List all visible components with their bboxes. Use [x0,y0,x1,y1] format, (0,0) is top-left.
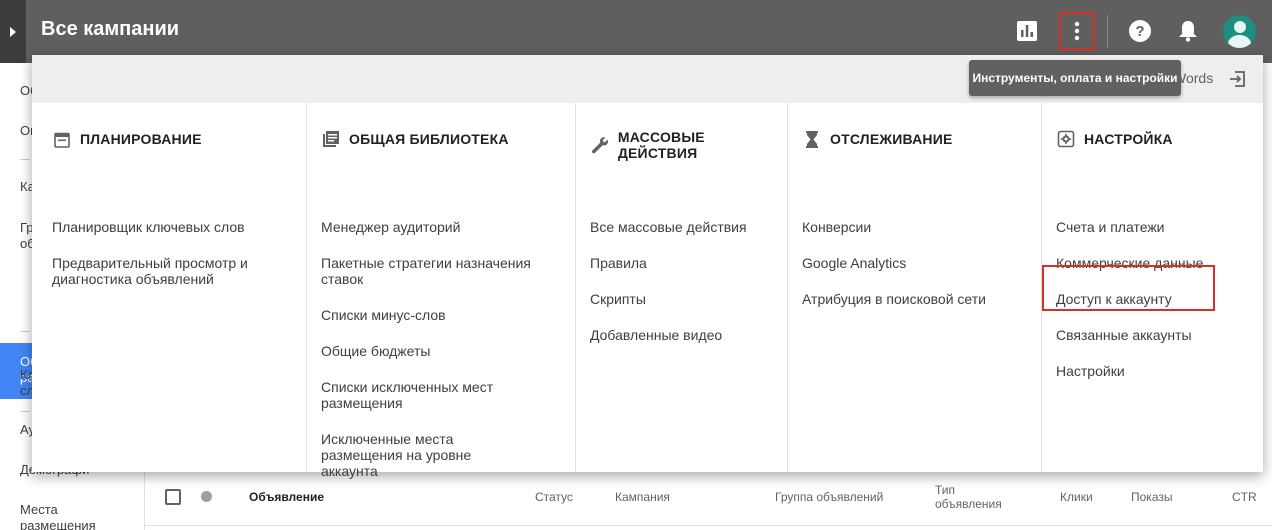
menu-column-bulk-actions: МАССОВЫЕ ДЕЙСТВИЯ Все массовые действия … [576,103,788,472]
menu-link-keyword-planner[interactable]: Планировщик ключевых слов [52,219,245,235]
section-title: НАСТРОЙКА [1084,131,1173,147]
menu-link-preferences[interactable]: Настройки [1056,363,1125,379]
column-header-ctr[interactable]: CTR [1232,490,1257,504]
menu-link-linked-accounts[interactable]: Связанные аккаунты [1056,327,1192,343]
menu-link-rules[interactable]: Правила [590,255,647,271]
calendar-icon [52,129,72,149]
section-title: ОБЩАЯ БИБЛИОТЕКА [349,131,509,147]
select-all-checkbox[interactable] [165,489,181,505]
column-header-ad-type[interactable]: Тип объявления [935,483,1002,511]
menu-link-portfolio-bid-strategies[interactable]: Пакетные стратегии назначения ставок [321,255,551,287]
menu-column-shared-library: ОБЩАЯ БИБЛИОТЕКА Менеджер аудиторий Паке… [307,103,576,479]
tools-tooltip: Инструменты, оплата и настройки [969,60,1181,96]
menu-link-billing[interactable]: Счета и платежи [1056,219,1165,235]
wrench-icon [590,135,610,155]
menu-link-search-attribution[interactable]: Атрибуция в поисковой сети [802,291,986,307]
nav-item[interactable]: Места размещения [20,502,140,530]
menu-link-placement-exclusion-lists[interactable]: Списки исключенных мест размещения [321,379,521,411]
column-header-impressions[interactable]: Показы [1131,490,1172,504]
menu-link-uploaded-videos[interactable]: Добавленные видео [590,327,722,343]
more-vert-icon [1074,21,1080,41]
column-header-campaign[interactable]: Кампания [615,490,670,504]
page-title: Все кампании [41,18,180,40]
library-icon [321,129,341,149]
hourglass-icon [802,129,822,149]
bar-chart-icon [1017,21,1037,41]
menu-column-planning: ПЛАНИРОВАНИЕ Планировщик ключевых слов П… [32,103,307,472]
column-header-clicks[interactable]: Клики [1060,490,1093,504]
tools-billing-settings-button[interactable] [1059,12,1095,50]
menu-link-scripts[interactable]: Скрипты [590,291,646,307]
svg-text:?: ? [1135,23,1144,40]
menu-link-google-analytics[interactable]: Google Analytics [802,255,906,271]
column-header-ad-group[interactable]: Группа объявлений [775,490,883,504]
settings-icon [1056,129,1076,149]
section-title: ОТСЛЕЖИВАНИЕ [830,131,953,147]
account-avatar[interactable] [1223,15,1256,48]
expand-nav-button[interactable] [0,0,26,63]
menu-link-ad-preview[interactable]: Предварительный просмотр и диагностика о… [52,255,292,287]
section-title: МАССОВЫЕ ДЕЙСТВИЯ [617,129,705,161]
exit-icon[interactable] [1228,69,1248,89]
menu-column-measurement: ОТСЛЕЖИВАНИЕ Конверсии Google Analytics … [788,103,1042,472]
menu-link-account-placement-exclusions[interactable]: Исключенные места размещения на уровне а… [321,431,491,479]
column-header-ad[interactable]: Объявление [249,490,324,504]
menu-link-all-bulk-actions[interactable]: Все массовые действия [590,219,747,235]
tools-menu-panel: Words ПЛАНИРОВАНИЕ Планировщик ключевых … [32,55,1263,479]
toolbar-divider [1107,15,1108,48]
linked-accounts-highlight [1042,265,1215,311]
top-bar: Все кампании ? [0,0,1272,63]
section-title: ПЛАНИРОВАНИЕ [80,131,202,147]
bell-icon [1179,21,1197,42]
status-dot-icon [201,491,212,502]
chevron-right-icon [10,26,16,37]
column-header-status[interactable]: Статус [535,490,573,504]
help-button[interactable]: ? [1125,16,1155,46]
notifications-button[interactable] [1173,16,1203,46]
ads-table-header: Объявление Статус Кампания Группа объявл… [145,472,1272,526]
menu-link-negative-keyword-lists[interactable]: Списки минус-слов [321,307,446,323]
reports-button[interactable] [1012,16,1042,46]
menu-link-conversions[interactable]: Конверсии [802,219,871,235]
menu-link-audience-manager[interactable]: Менеджер аудиторий [321,219,460,235]
menu-column-setup: НАСТРОЙКА Счета и платежи Коммерческие д… [1042,103,1263,472]
help-icon: ? [1129,20,1151,42]
menu-link-shared-budgets[interactable]: Общие бюджеты [321,343,430,359]
